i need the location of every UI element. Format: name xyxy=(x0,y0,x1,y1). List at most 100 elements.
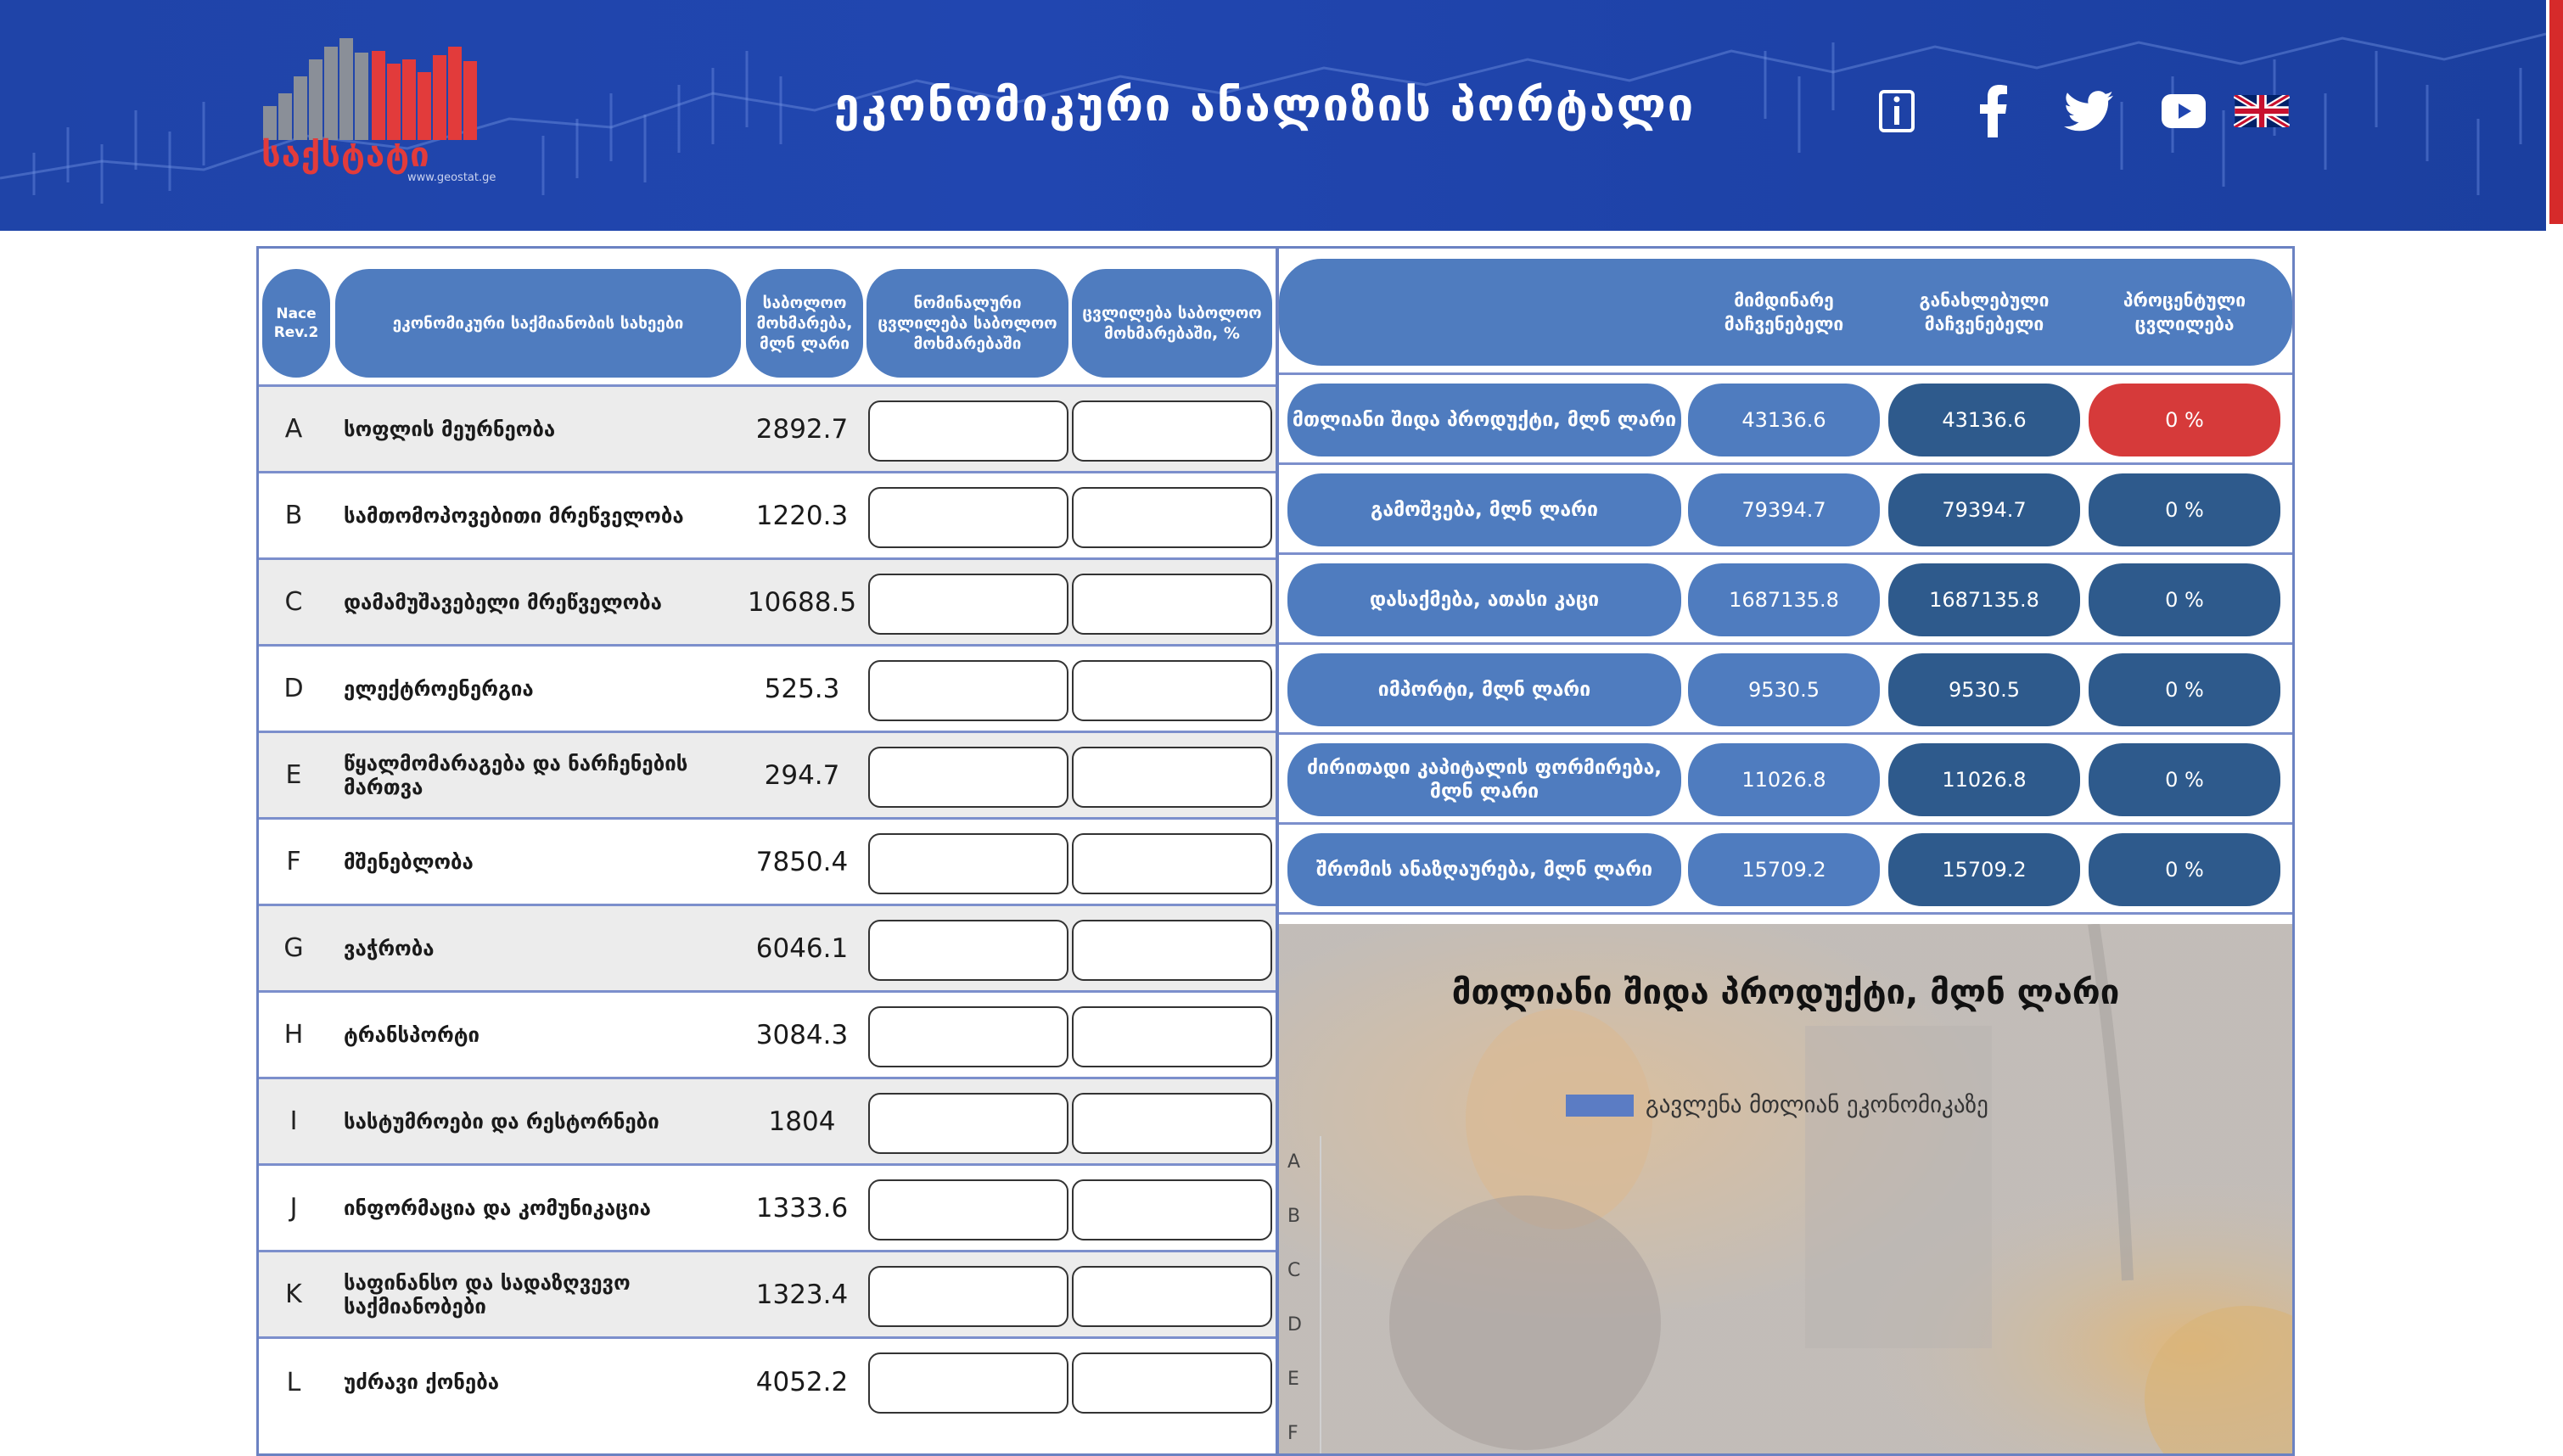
row-code: A xyxy=(284,414,303,444)
indicator-updated: 1687135.8 xyxy=(1888,563,2080,636)
change-pct-input[interactable] xyxy=(1072,1266,1272,1327)
row-name: სასტუმროები და რესტორნები xyxy=(344,1109,659,1134)
info-icon[interactable] xyxy=(1870,85,1923,137)
row-code: D xyxy=(283,674,304,703)
indicator-row-capital: ძირითადი კაპიტალის ფორმირება, მლნ ლარი 1… xyxy=(1279,735,2292,825)
change-pct-input[interactable] xyxy=(1072,574,1272,635)
nominal-change-input[interactable] xyxy=(868,1006,1068,1067)
change-pct-input[interactable] xyxy=(1072,920,1272,981)
logo-bars-icon xyxy=(263,38,477,140)
table-row: D ელექტროენერგია 525.3 xyxy=(259,647,1276,733)
header-pct-change: პროცენტული ცვლილება xyxy=(2123,290,2246,334)
change-pct-input[interactable] xyxy=(1072,747,1272,808)
change-pct-input[interactable] xyxy=(1072,1006,1272,1067)
chart-category-label: D xyxy=(1287,1314,1302,1336)
uk-flag-icon[interactable] xyxy=(2232,85,2291,137)
row-name: ინფორმაცია და კომუნიკაცია xyxy=(344,1196,651,1220)
twitter-icon[interactable] xyxy=(2062,85,2115,137)
change-pct-input[interactable] xyxy=(1072,487,1272,548)
table-row: J ინფორმაცია და კომუნიკაცია 1333.6 xyxy=(259,1166,1276,1252)
nominal-change-input[interactable] xyxy=(868,574,1068,635)
site-header: საქსტატი www.geostat.ge ეკონომიკური ანალ… xyxy=(0,0,2546,231)
indicator-row-compensation: შრომის ანაზღაურება, მლნ ლარი 15709.2 157… xyxy=(1279,825,2292,915)
logo-url: www.geostat.ge xyxy=(407,171,496,184)
table-row: G ვაჭრობა 6046.1 xyxy=(259,906,1276,993)
table-row: C დამამუშავებელი მრეწველობა 10688.5 xyxy=(259,560,1276,647)
indicator-current: 11026.8 xyxy=(1688,743,1880,816)
row-name: სამთომოპოვებითი მრეწველობა xyxy=(344,503,684,528)
chart-category-label: E xyxy=(1287,1369,1299,1390)
indicator-label: გამოშვება, მლნ ლარი xyxy=(1287,473,1681,546)
nominal-change-input[interactable] xyxy=(868,1266,1068,1327)
row-value: 294.7 xyxy=(764,759,840,791)
nominal-change-input[interactable] xyxy=(868,400,1068,462)
nominal-change-input[interactable] xyxy=(868,487,1068,548)
row-value: 3084.3 xyxy=(755,1019,849,1050)
row-value: 7850.4 xyxy=(755,846,849,877)
change-pct-input[interactable] xyxy=(1072,1179,1272,1240)
chart-category-label: A xyxy=(1287,1151,1301,1173)
change-pct-input[interactable] xyxy=(1072,833,1272,894)
row-value: 1333.6 xyxy=(755,1192,849,1224)
indicator-pct: 0 % xyxy=(2089,653,2280,726)
legend-label: გავლენა მთლიან ეკონომიკაზე xyxy=(1646,1092,1988,1118)
indicator-row-gdp: მთლიანი შიდა პროდუქტი, მლნ ლარი 43136.6 … xyxy=(1279,375,2292,465)
indicator-updated: 79394.7 xyxy=(1888,473,2080,546)
header-activity: ეკონომიკური საქმიანობის სახეები xyxy=(335,269,741,378)
indicator-row-imports: იმპორტი, მლნ ლარი 9530.5 9530.5 0 % xyxy=(1279,645,2292,735)
row-value: 2892.7 xyxy=(755,413,849,445)
row-name: სოფლის მეურნეობა xyxy=(344,417,556,441)
indicator-label: იმპორტი, მლნ ლარი xyxy=(1287,653,1681,726)
indicator-row-output: გამოშვება, მლნ ლარი 79394.7 79394.7 0 % xyxy=(1279,465,2292,555)
geostat-logo[interactable]: საქსტატი www.geostat.ge xyxy=(255,34,501,191)
chart-y-axis xyxy=(1320,1136,1321,1453)
row-name: უძრავი ქონება xyxy=(344,1370,500,1394)
table-row: B სამთომოპოვებითი მრეწველობა 1220.3 xyxy=(259,473,1276,560)
row-code: C xyxy=(284,587,303,617)
indicator-current: 79394.7 xyxy=(1688,473,1880,546)
row-value: 10688.5 xyxy=(747,586,857,618)
row-name: ვაჭრობა xyxy=(344,936,435,960)
nominal-change-input[interactable] xyxy=(868,1093,1068,1154)
header-final-consumption: საბოლოო მოხმარება, მლნ ლარი xyxy=(746,269,863,378)
change-pct-input[interactable] xyxy=(1072,1093,1272,1154)
header-edge-accent xyxy=(2549,0,2563,224)
nominal-change-input[interactable] xyxy=(868,660,1068,721)
indicator-label: ძირითადი კაპიტალის ფორმირება, მლნ ლარი xyxy=(1287,743,1681,816)
table-row: I სასტუმროები და რესტორნები 1804 xyxy=(259,1079,1276,1166)
indicator-row-employment: დასაქმება, ათასი კაცი 1687135.8 1687135.… xyxy=(1279,555,2292,645)
indicator-label: დასაქმება, ათასი კაცი xyxy=(1287,563,1681,636)
indicator-updated: 15709.2 xyxy=(1888,833,2080,906)
nominal-change-input[interactable] xyxy=(868,833,1068,894)
nominal-change-input[interactable] xyxy=(868,1352,1068,1414)
row-code: H xyxy=(283,1020,304,1050)
sector-table: Nace Rev.2 ეკონომიკური საქმიანობის სახეე… xyxy=(256,246,1278,1456)
facebook-icon[interactable] xyxy=(1967,85,2020,137)
nominal-change-input[interactable] xyxy=(868,747,1068,808)
row-code: J xyxy=(289,1193,298,1223)
change-pct-input[interactable] xyxy=(1072,400,1272,462)
change-pct-input[interactable] xyxy=(1072,660,1272,721)
change-pct-input[interactable] xyxy=(1072,1352,1272,1414)
row-code: K xyxy=(285,1280,302,1309)
indicator-pct: 0 % xyxy=(2089,563,2280,636)
row-name: ელექტროენერგია xyxy=(344,676,534,701)
indicator-label: მთლიანი შიდა პროდუქტი, მლნ ლარი xyxy=(1287,384,1681,456)
youtube-icon[interactable] xyxy=(2157,85,2210,137)
row-value: 1804 xyxy=(768,1106,836,1137)
indicator-current: 43136.6 xyxy=(1688,384,1880,456)
row-code: L xyxy=(286,1367,301,1397)
nominal-change-input[interactable] xyxy=(868,920,1068,981)
chart-category-label: B xyxy=(1287,1206,1301,1227)
indicator-current: 15709.2 xyxy=(1688,833,1880,906)
indicator-pct: 0 % xyxy=(2089,743,2280,816)
row-name: მშენებლობა xyxy=(344,849,474,874)
row-name: ტრანსპორტი xyxy=(344,1022,480,1047)
chart-legend[interactable]: გავლენა მთლიან ეკონომიკაზე xyxy=(1566,1092,1988,1118)
header-nominal-change: ნომინალური ცვლილება საბოლოო მოხმარებაში xyxy=(866,269,1068,378)
chart-title: მთლიანი შიდა პროდუქტი, მლნ ლარი xyxy=(1451,973,2120,1012)
indicator-updated: 9530.5 xyxy=(1888,653,2080,726)
nominal-change-input[interactable] xyxy=(868,1179,1068,1240)
gdp-chart: მთლიანი შიდა პროდუქტი, მლნ ლარი გავლენა … xyxy=(1279,924,2292,1453)
row-value: 1220.3 xyxy=(755,500,849,531)
